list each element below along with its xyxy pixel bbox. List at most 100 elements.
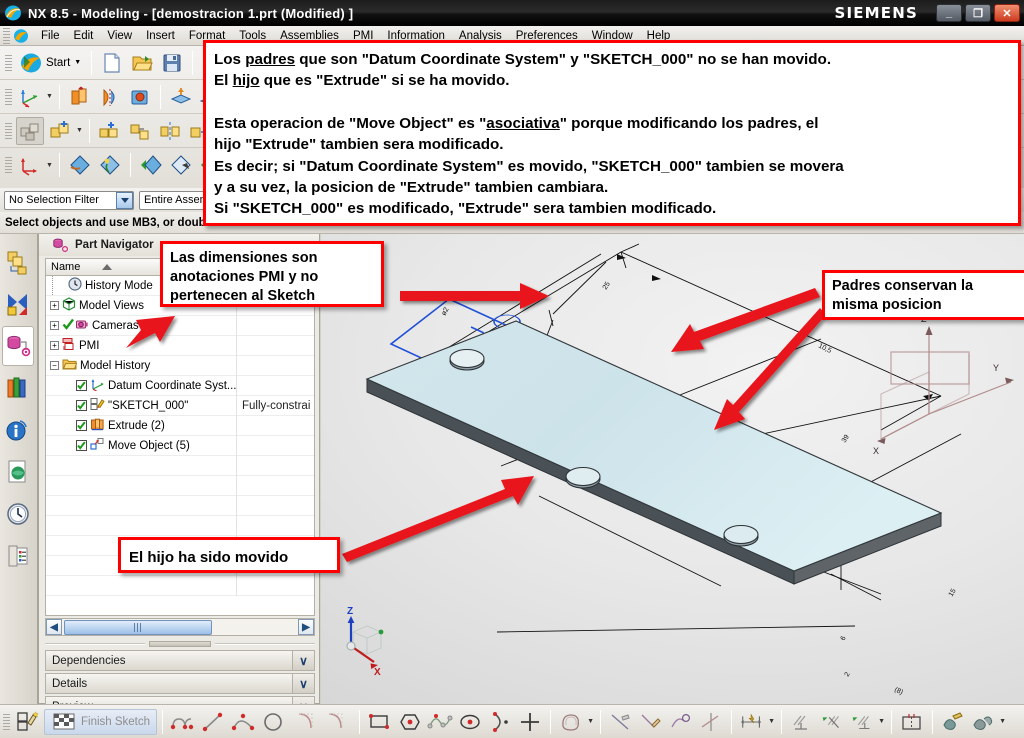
mirror-curve-icon[interactable] [697, 708, 725, 736]
assembly-navigator-icon[interactable] [2, 242, 34, 282]
panel-splitter[interactable] [45, 639, 315, 648]
part-navigator-icon[interactable] [2, 326, 34, 366]
transform-icon[interactable] [66, 151, 94, 179]
make-symmetric-icon[interactable] [898, 708, 926, 736]
offset-curve-dropdown-arrow[interactable]: ▼ [586, 708, 595, 736]
move-object-dropdown-arrow[interactable]: ▼ [45, 151, 54, 179]
rapid-dimension-dropdown-arrow[interactable]: ▼ [767, 708, 776, 736]
tree-item-move-object[interactable]: Move Object (5) [46, 436, 314, 456]
hole-icon[interactable] [126, 83, 154, 111]
expander-icon[interactable]: + [50, 321, 59, 330]
menu-view[interactable]: View [100, 28, 139, 44]
scrollbar-thumb[interactable] [64, 619, 212, 635]
sketch-in-task-env-icon[interactable] [14, 708, 42, 736]
tree-item-cameras[interactable]: + Cameras [46, 316, 314, 336]
restore-button[interactable]: ❐ [965, 4, 991, 22]
auto-constrain-icon[interactable] [818, 708, 846, 736]
menu-insert[interactable]: Insert [139, 28, 182, 44]
chamfer-icon[interactable] [325, 708, 353, 736]
datum-csys-icon[interactable] [16, 83, 44, 111]
feature-checkbox[interactable] [76, 400, 87, 411]
reverse-blank-icon[interactable] [167, 151, 195, 179]
minimize-button[interactable]: _ [936, 4, 962, 22]
menu-edit[interactable]: Edit [67, 28, 101, 44]
tree-item-extrude[interactable]: Extrude (2) [46, 416, 314, 436]
tree-item-pmi[interactable]: + PMI [46, 336, 314, 356]
profile-icon[interactable] [169, 708, 197, 736]
shell-icon[interactable] [167, 83, 195, 111]
animate-dimension-icon[interactable] [939, 708, 967, 736]
new-icon[interactable] [98, 49, 126, 77]
datum-dropdown-arrow[interactable]: ▼ [45, 83, 54, 111]
constraint-navigator-icon[interactable] [2, 284, 34, 324]
menu-file[interactable]: File [34, 28, 67, 44]
open-icon[interactable] [128, 49, 156, 77]
point-icon[interactable] [516, 708, 544, 736]
line-icon[interactable] [199, 708, 227, 736]
finish-sketch-button[interactable]: Finish Sketch [44, 708, 158, 735]
expander-icon[interactable]: + [50, 301, 59, 310]
scroll-left-button[interactable]: ◀ [46, 619, 62, 635]
extrude-icon[interactable] [66, 83, 94, 111]
panel-dependencies[interactable]: Dependencies ∨ [45, 650, 315, 671]
feature-checkbox[interactable] [76, 440, 87, 451]
toolbar-grip-1[interactable] [5, 54, 12, 71]
sketch-tools-dropdown-arrow[interactable]: ▼ [998, 708, 1007, 736]
show-constraints-icon[interactable] [848, 708, 876, 736]
tree-item-datum-coordinate-system[interactable]: Datum Coordinate Syst... [46, 376, 314, 396]
offset-region-icon[interactable] [96, 151, 124, 179]
rapid-dimension-icon[interactable] [738, 708, 766, 736]
panel-details[interactable]: Details ∨ [45, 673, 315, 694]
sketch-toolbar-grip[interactable] [3, 713, 10, 730]
geometric-constraint-icon[interactable] [788, 708, 816, 736]
menu-grip[interactable] [3, 27, 10, 44]
feature-checkbox[interactable] [76, 420, 87, 431]
chevron-down-icon[interactable]: ∨ [292, 651, 314, 670]
expander-icon[interactable]: + [50, 341, 59, 350]
conic-icon[interactable] [486, 708, 514, 736]
arc-icon[interactable] [229, 708, 257, 736]
reuse-library-icon[interactable] [2, 368, 34, 408]
history-icon[interactable] [2, 494, 34, 534]
constraints-dropdown-arrow[interactable]: ▼ [877, 708, 886, 736]
feature-checkbox[interactable] [76, 380, 87, 391]
scroll-right-button[interactable]: ▶ [298, 619, 314, 635]
toolbar-grip-3[interactable] [5, 122, 12, 139]
toolbar-grip-4[interactable] [5, 157, 12, 173]
show-hide-icon[interactable] [137, 151, 165, 179]
close-button[interactable]: ✕ [994, 4, 1020, 22]
offset-curve-icon[interactable] [557, 708, 585, 736]
expander-icon[interactable]: − [50, 361, 59, 370]
fillet-icon[interactable] [295, 708, 323, 736]
revolve-icon[interactable] [96, 83, 124, 111]
display-sketch-constraints-icon[interactable] [969, 708, 997, 736]
tree-horizontal-scrollbar[interactable]: ◀ ▶ [45, 618, 315, 636]
tree-item-model-history[interactable]: − Model History [46, 356, 314, 376]
chevron-down-icon[interactable]: ∨ [292, 674, 314, 693]
create-array-icon[interactable] [126, 117, 154, 145]
html-help-icon[interactable] [2, 410, 34, 450]
selection-filter-combo[interactable]: No Selection Filter [4, 190, 134, 210]
make-corner-icon[interactable] [667, 708, 695, 736]
sort-ascending-icon[interactable] [102, 264, 113, 270]
quick-extend-icon[interactable] [637, 708, 665, 736]
add-component-dropdown-arrow[interactable]: ▼ [75, 117, 84, 145]
add-component-icon[interactable] [46, 117, 74, 145]
new-component-icon[interactable] [96, 117, 124, 145]
quick-trim-icon[interactable] [607, 708, 635, 736]
toolbar-grip-2[interactable] [5, 88, 12, 105]
tree-item-sketch-000[interactable]: "SKETCH_000" Fully-constrai [46, 396, 314, 416]
move-object-icon[interactable] [16, 151, 44, 179]
studio-spline-icon[interactable] [426, 708, 454, 736]
rectangle-icon[interactable] [366, 708, 394, 736]
polygon-icon[interactable] [396, 708, 424, 736]
roles-icon[interactable] [2, 536, 34, 576]
ellipse-icon[interactable] [456, 708, 484, 736]
start-menu-button[interactable]: Start ▼ [16, 49, 85, 77]
save-icon[interactable] [158, 49, 186, 77]
circle-icon[interactable] [259, 708, 287, 736]
mirror-assembly-icon[interactable] [156, 117, 184, 145]
selection-filter-dropdown-icon[interactable] [116, 191, 133, 209]
internet-explorer-icon[interactable] [2, 452, 34, 492]
assembly-icon[interactable] [16, 116, 44, 145]
